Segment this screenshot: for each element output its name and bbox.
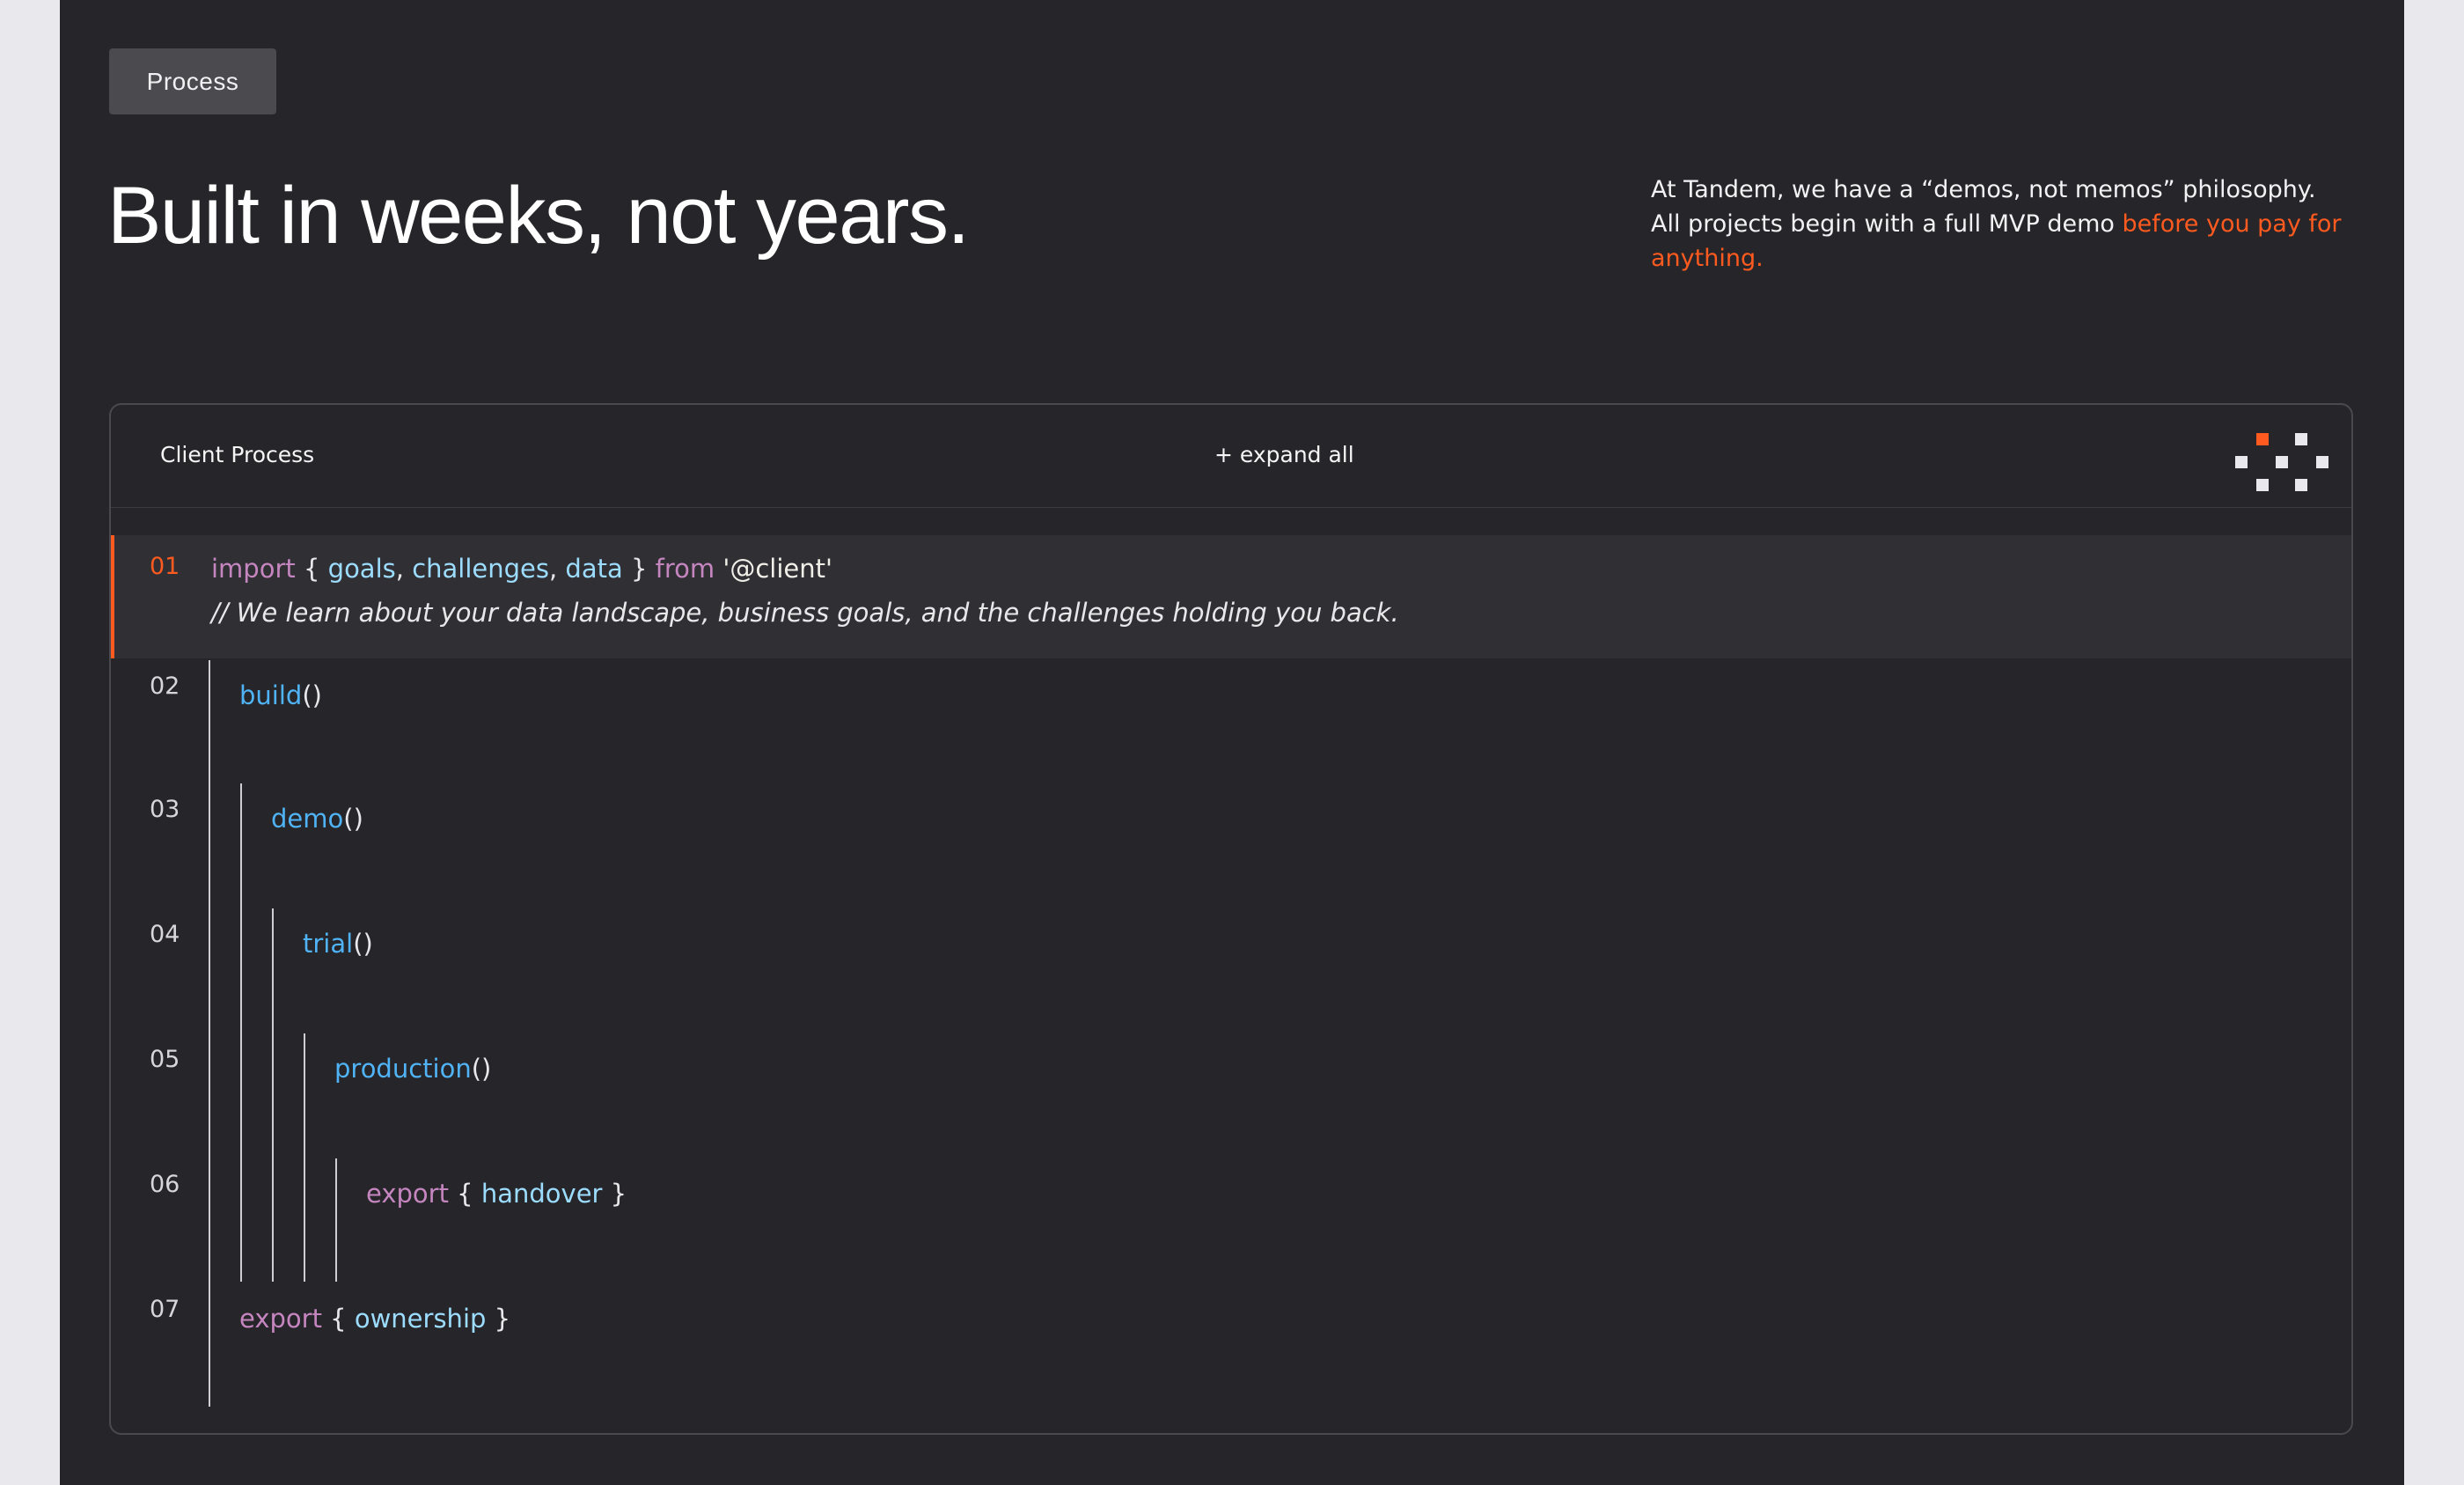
step-number: 02 — [150, 673, 180, 700]
step-number: 07 — [150, 1296, 180, 1323]
step-04-row[interactable]: 04 trial() — [111, 917, 2351, 970]
export-keyword: export — [239, 1304, 322, 1334]
data-token: data — [565, 554, 623, 584]
from-keyword: from — [655, 554, 715, 584]
step-number: 04 — [150, 921, 180, 948]
step-number: 03 — [150, 796, 180, 823]
process-tag: Process — [109, 48, 276, 114]
brace-open: { — [330, 1304, 355, 1334]
brace-close: } — [602, 1179, 627, 1209]
page-title: Built in weeks, not years. — [107, 171, 970, 261]
goals-token: goals — [327, 554, 396, 584]
demo-call: demo() — [271, 801, 363, 836]
pixel-logo-icon — [2232, 424, 2337, 495]
import-keyword: import — [211, 554, 296, 584]
export-keyword: export — [366, 1179, 449, 1209]
import-statement: import { goals, challenges, data } from … — [211, 551, 832, 586]
build-call: build() — [239, 678, 322, 713]
card-header: Client Process + expand all — [111, 405, 2351, 508]
export-ownership: export { ownership } — [239, 1301, 510, 1336]
function-name: production — [334, 1054, 472, 1084]
trial-call: trial() — [303, 926, 373, 961]
challenges-token: challenges — [412, 554, 549, 584]
brace-close: } — [622, 554, 648, 584]
process-section: Process Built in weeks, not years. At Ta… — [60, 0, 2404, 1485]
handover-token: handover — [480, 1179, 603, 1209]
parens: () — [302, 680, 322, 710]
step-07-row[interactable]: 07 export { ownership } — [111, 1292, 2351, 1345]
parens: () — [353, 929, 373, 959]
brace-open: { — [457, 1179, 481, 1209]
comma: , — [548, 554, 566, 584]
step-02-row[interactable]: 02 build() — [111, 669, 2351, 722]
card-label: Client Process — [160, 442, 315, 467]
step-number: 05 — [150, 1046, 180, 1073]
step-06-row[interactable]: 06 export { handover } — [111, 1167, 2351, 1220]
parens: () — [343, 804, 363, 834]
brace-open: { — [303, 554, 328, 584]
step-number: 01 — [150, 553, 180, 580]
step-01-comment: // We learn about your data landscape, b… — [211, 598, 1399, 628]
expand-all-button[interactable]: + expand all — [1214, 440, 1354, 470]
step-01-row[interactable]: 01 import { goals, challenges, data } fr… — [111, 535, 2351, 658]
parens: () — [471, 1054, 492, 1084]
function-name: trial — [303, 929, 354, 959]
step-03-row[interactable]: 03 demo() — [111, 792, 2351, 845]
intro-text: At Tandem, we have a “demos, not memos” … — [1651, 173, 2372, 276]
function-name: demo — [271, 804, 344, 834]
export-handover: export { handover } — [366, 1176, 627, 1211]
comma: , — [395, 554, 413, 584]
module-string: '@client' — [722, 554, 832, 584]
intro-line-2: All projects begin with a full MVP demo — [1651, 210, 2123, 238]
brace-close: } — [486, 1304, 511, 1334]
function-name: build — [239, 680, 303, 710]
client-process-card: Client Process + expand all 01 import { … — [109, 403, 2353, 1435]
production-call: production() — [334, 1051, 491, 1086]
step-05-row[interactable]: 05 production() — [111, 1042, 2351, 1095]
step-number: 06 — [150, 1171, 180, 1198]
ownership-token: ownership — [354, 1304, 487, 1334]
intro-line-1: At Tandem, we have a “demos, not memos” … — [1651, 176, 2316, 203]
